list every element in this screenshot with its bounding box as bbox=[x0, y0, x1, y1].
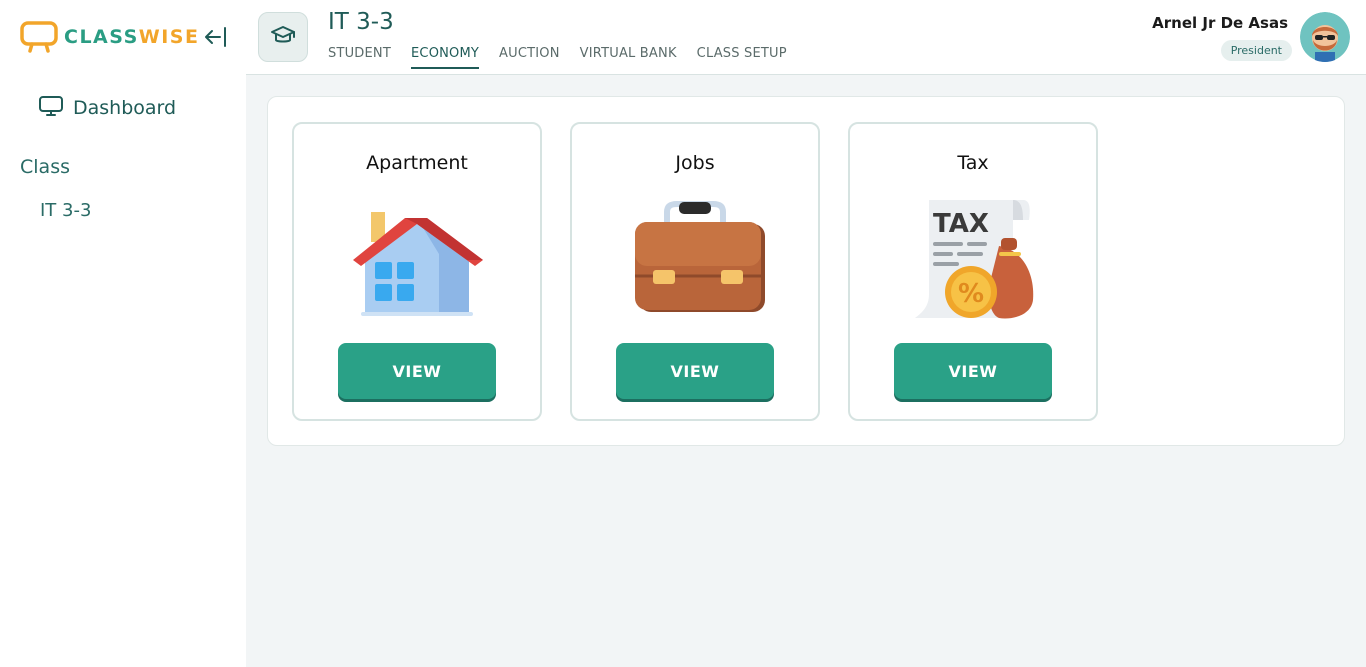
tab-virtual-bank[interactable]: VIRTUAL BANK bbox=[580, 46, 677, 69]
tab-bar: STUDENT ECONOMY AUCTION VIRTUAL BANK CLA… bbox=[328, 46, 807, 69]
brand-name: CLASSWISE bbox=[64, 26, 199, 48]
view-jobs-button[interactable]: VIEW bbox=[616, 343, 774, 399]
monitor-icon bbox=[38, 94, 64, 122]
role-badge: President bbox=[1220, 40, 1292, 61]
card-title: Jobs bbox=[675, 152, 715, 174]
svg-text:%: % bbox=[958, 279, 984, 309]
briefcase-icon bbox=[625, 194, 765, 324]
class-section-heading: Class bbox=[20, 156, 70, 178]
tab-auction[interactable]: AUCTION bbox=[499, 46, 560, 69]
economy-panel: Apartment VIEW Jobs VIEW Tax TAX % VIEW bbox=[267, 96, 1345, 446]
card-apartment: Apartment VIEW bbox=[292, 122, 542, 421]
sidebar-item-dashboard[interactable]: Dashboard bbox=[38, 94, 176, 122]
card-title: Apartment bbox=[366, 152, 468, 174]
chat-bubble-logo-icon bbox=[20, 20, 58, 54]
card-tax: Tax TAX % VIEW bbox=[848, 122, 1098, 421]
tab-economy[interactable]: ECONOMY bbox=[411, 46, 480, 69]
svg-text:TAX: TAX bbox=[933, 209, 989, 239]
brand-part-1: CLASS bbox=[64, 26, 139, 48]
card-jobs: Jobs VIEW bbox=[570, 122, 820, 421]
page-title: IT 3-3 bbox=[328, 9, 394, 35]
sidebar: CLASSWISE Dashboard Class IT 3-3 bbox=[0, 0, 246, 667]
class-icon-button[interactable] bbox=[258, 12, 308, 62]
tab-class-setup[interactable]: CLASS SETUP bbox=[697, 46, 787, 69]
user-name: Arnel Jr De Asas bbox=[1152, 14, 1288, 32]
card-title: Tax bbox=[957, 152, 989, 174]
sidebar-item-class[interactable]: IT 3-3 bbox=[40, 200, 91, 221]
classwise-logo[interactable]: CLASSWISE bbox=[20, 20, 199, 54]
graduation-cap-icon bbox=[270, 23, 296, 51]
house-icon bbox=[347, 194, 487, 324]
view-tax-button[interactable]: VIEW bbox=[894, 343, 1052, 399]
tax-document-icon: TAX % bbox=[903, 194, 1043, 324]
brand-part-2: WISE bbox=[138, 26, 200, 48]
top-header: IT 3-3 STUDENT ECONOMY AUCTION VIRTUAL B… bbox=[246, 0, 1366, 75]
view-apartment-button[interactable]: VIEW bbox=[338, 343, 496, 399]
tab-student[interactable]: STUDENT bbox=[328, 46, 391, 69]
collapse-sidebar-icon[interactable] bbox=[202, 24, 230, 50]
avatar[interactable] bbox=[1300, 12, 1350, 62]
sidebar-item-label: Dashboard bbox=[73, 97, 177, 119]
